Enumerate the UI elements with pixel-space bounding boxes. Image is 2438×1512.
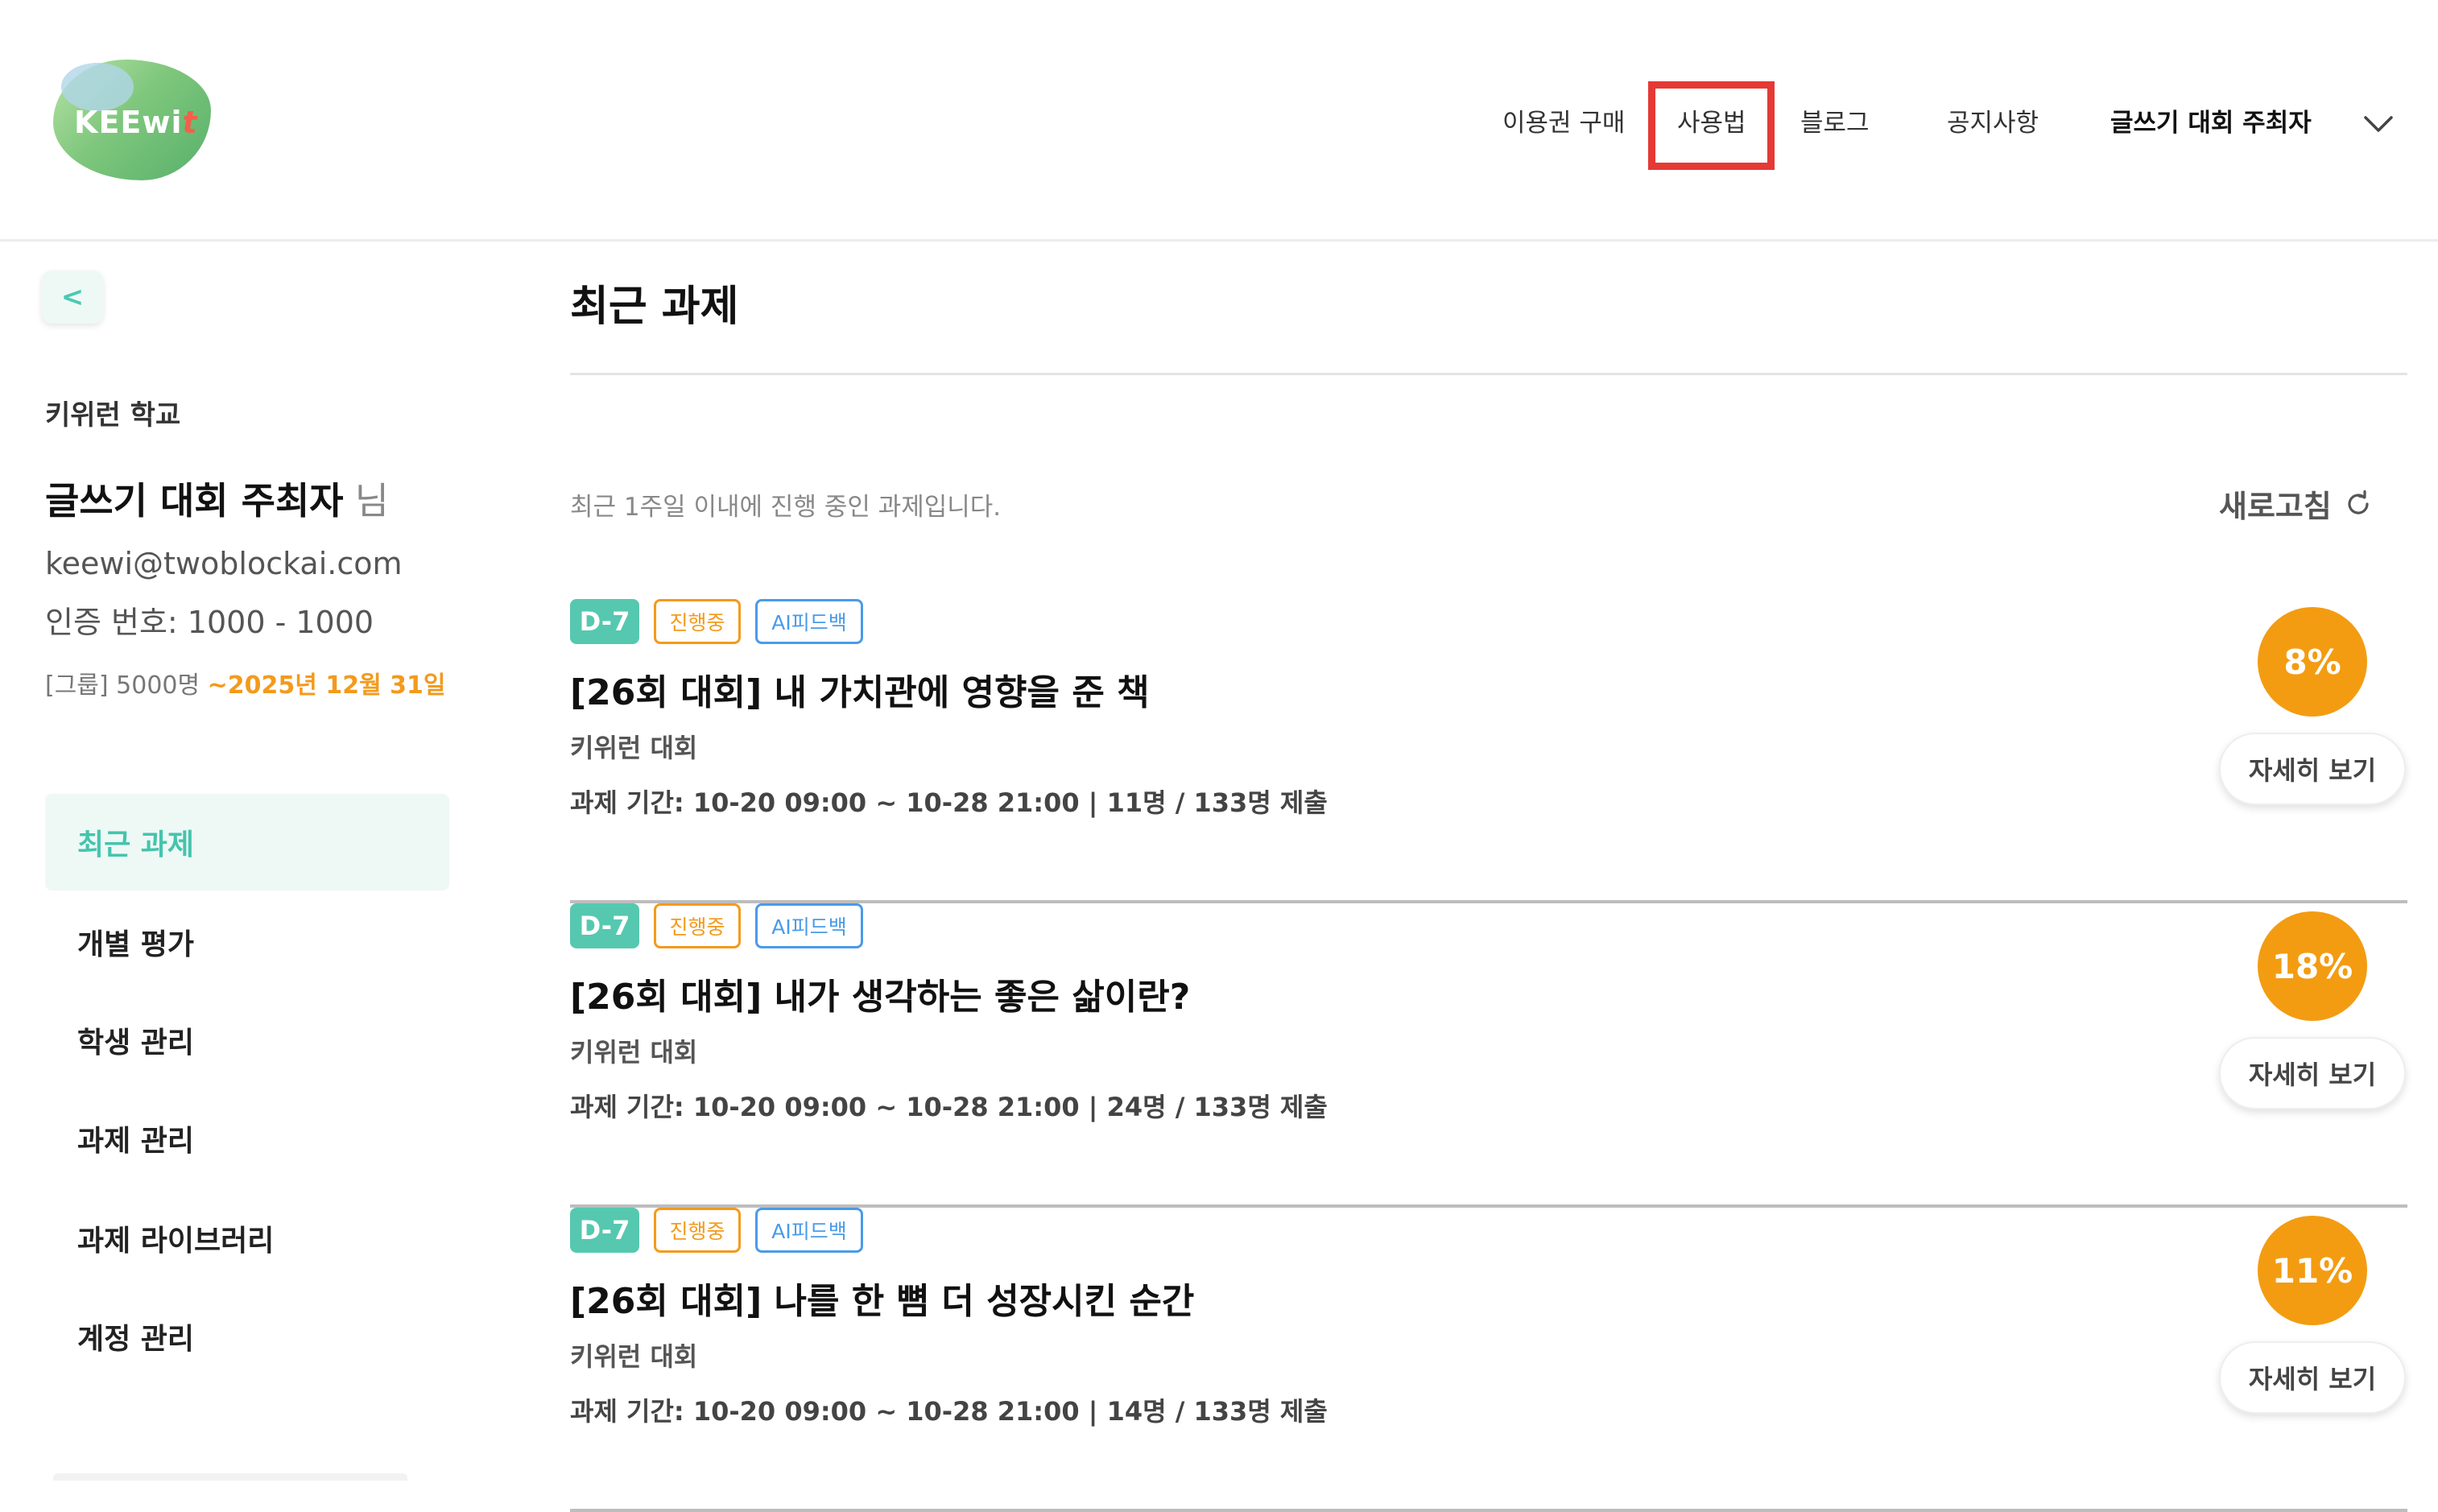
task-period: 과제 기간: 10-20 09:00 ~ 10-28 21:00 | 14명 /… [570,1396,1328,1427]
task-period: 과제 기간: 10-20 09:00 ~ 10-28 21:00 | 24명 /… [570,1092,1328,1122]
sidebar-item-student-management[interactable]: 학생 관리 [45,992,449,1089]
task-organizer: 키위런 대회 [570,1341,698,1372]
sidebar-item-task-library[interactable]: 과제 라이브러리 [45,1190,449,1287]
task-badges: D-7 진행중 AI피드백 [570,903,863,948]
view-details-button[interactable]: 자세히 보기 [2219,733,2406,805]
sidebar-item-individual-evaluation[interactable]: 개별 평가 [45,894,449,990]
ai-feedback-badge: AI피드백 [755,903,863,948]
task-card: D-7 진행중 AI피드백 [26회 대회] 나를 한 뼘 더 성장시킨 순간 … [570,1208,2407,1512]
task-title[interactable]: [26회 대회] 나를 한 뼘 더 성장시킨 순간 [570,1272,1194,1324]
sidebar-bottom-card-edge [53,1473,407,1481]
chevron-down-icon[interactable] [2362,108,2395,140]
task-badges: D-7 진행중 AI피드백 [570,599,863,644]
user-email: keewi@twoblockai.com [45,546,403,581]
task-organizer: 키위런 대회 [570,1037,698,1068]
ai-feedback-badge: AI피드백 [755,1208,863,1253]
dday-badge: D-7 [570,599,639,644]
view-details-button[interactable]: 자세히 보기 [2219,1341,2406,1414]
nav-buy-pass[interactable]: 이용권 구매 [1502,103,1625,143]
task-title[interactable]: [26회 대회] 내가 생각하는 좋은 삶이란? [570,968,1190,1019]
refresh-button[interactable]: 새로고침 [2219,481,2374,526]
top-header: KEEwit 이용권 구매 사용법 블로그 공지사항 글쓰기 대회 주최자 [0,0,2438,242]
sidebar-item-account-management[interactable]: 계정 관리 [45,1288,449,1385]
refresh-icon [2348,490,2369,514]
logo-wordmark: KEEwit [74,105,198,140]
sidebar-item-task-management[interactable]: 과제 관리 [45,1090,449,1187]
page-title: 최근 과제 [570,283,739,331]
sidebar-item-recent-tasks[interactable]: 최근 과제 [45,794,449,890]
title-divider [570,373,2407,375]
status-badge: 진행중 [654,599,741,644]
nav-user-menu[interactable]: 글쓰기 대회 주최자 [2110,103,2312,143]
task-badges: D-7 진행중 AI피드백 [570,1208,863,1253]
page-subtitle: 최근 1주일 이내에 진행 중인 과제입니다. [570,493,1002,522]
task-card: D-7 진행중 AI피드백 [26회 대회] 내 가치관에 영향을 준 책 키위… [570,599,2407,903]
user-name: 글쓰기 대회 주최자 님 [45,472,389,525]
nav-blog[interactable]: 블로그 [1800,103,1870,143]
keewit-logo[interactable]: KEEwit [53,60,211,180]
dday-badge: D-7 [570,903,639,948]
logo-blob-accent [61,63,134,111]
school-name: 키위런 학교 [45,399,181,432]
sidebar-collapse-button[interactable]: < [42,271,103,324]
status-badge: 진행중 [654,903,741,948]
submission-progress-circle: 11% [2258,1216,2367,1325]
refresh-label: 새로고침 [2219,489,2332,524]
user-name-text: 글쓰기 대회 주최자 [45,479,344,523]
dday-badge: D-7 [570,1208,639,1253]
group-expiry: ~2025년 12월 31일 [207,671,446,700]
group-label: [그룹] 5000명 [45,671,208,700]
task-card: D-7 진행중 AI피드백 [26회 대회] 내가 생각하는 좋은 삶이란? 키… [570,903,2407,1208]
submission-progress-circle: 8% [2258,607,2367,717]
task-organizer: 키위런 대회 [570,733,698,763]
nav-notice[interactable]: 공지사항 [1947,103,2039,143]
group-info: [그룹] 5000명 ~2025년 12월 31일 [45,665,445,700]
auth-number: 인증 번호: 1000 - 1000 [45,605,374,640]
task-title[interactable]: [26회 대회] 내 가치관에 영향을 준 책 [570,663,1150,715]
view-details-button[interactable]: 자세히 보기 [2219,1037,2406,1109]
status-badge: 진행중 [654,1208,741,1253]
nav-howto-highlight-box [1648,81,1775,170]
user-name-suffix: 님 [354,479,389,523]
ai-feedback-badge: AI피드백 [755,599,863,644]
task-period: 과제 기간: 10-20 09:00 ~ 10-28 21:00 | 11명 /… [570,787,1328,818]
submission-progress-circle: 18% [2258,911,2367,1021]
